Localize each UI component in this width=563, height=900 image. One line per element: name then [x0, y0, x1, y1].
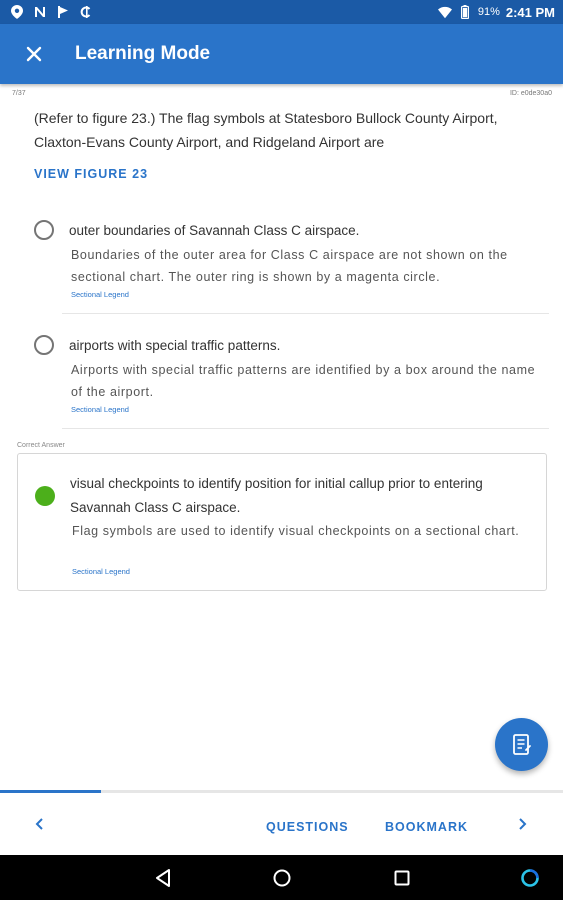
close-button[interactable] [0, 24, 68, 84]
back-triangle-icon [156, 869, 170, 887]
flag-app-icon [56, 5, 70, 19]
bottom-toolbar: QUESTIONS BOOKMARK [0, 793, 563, 855]
next-button[interactable] [508, 809, 538, 839]
assistant-nav-button[interactable] [518, 866, 542, 890]
radio-button[interactable] [34, 335, 54, 355]
option-reference-link[interactable]: Sectional Legend [71, 405, 129, 414]
location-icon [10, 5, 24, 19]
assistant-ring-icon [521, 869, 539, 887]
screen: 91% 2:41 PM Learning Mode 7/37 ID: e0de3… [0, 0, 563, 900]
correct-option-explanation: Flag symbols are used to identify visual… [72, 524, 520, 538]
chevron-right-icon [519, 818, 527, 830]
previous-button[interactable] [24, 809, 54, 839]
app-bar: Learning Mode [0, 24, 563, 84]
status-bar: 91% 2:41 PM [0, 0, 563, 24]
question-id: ID: e0de30a0 [509, 90, 552, 97]
divider [62, 313, 549, 314]
notes-icon [512, 733, 531, 755]
correct-answer-card[interactable]: visual checkpoints to identify position … [17, 453, 547, 591]
back-nav-button[interactable] [151, 866, 175, 890]
notes-fab-button[interactable] [495, 718, 548, 771]
option-explanation: Boundaries of the outer area for Class C… [71, 248, 508, 284]
battery-percent: 91% [477, 6, 500, 18]
recents-square-icon [394, 870, 410, 886]
wifi-icon [437, 5, 452, 19]
correct-answer-heading: Correct Answer [17, 442, 65, 449]
option-label: outer boundaries of Savannah Class C air… [69, 223, 360, 238]
bookmark-button[interactable]: BOOKMARK [385, 820, 468, 834]
status-right: 91% 2:41 PM [437, 4, 563, 20]
battery-icon [458, 5, 472, 19]
option-explanation: Airports with special traffic patterns a… [71, 363, 536, 399]
view-figure-link[interactable]: VIEW FIGURE 23 [34, 167, 148, 181]
radio-button[interactable] [34, 220, 54, 240]
correct-option-label: visual checkpoints to identify position … [70, 476, 483, 515]
status-left-icons [0, 5, 93, 19]
question-counter: 7/37 [12, 90, 26, 97]
question-text: (Refer to figure 23.) The flag symbols a… [34, 110, 498, 150]
questions-button[interactable]: QUESTIONS [266, 820, 349, 834]
currency-app-icon [79, 5, 93, 19]
status-time: 2:41 PM [505, 4, 555, 20]
meta-row: 7/37 ID: e0de30a0 [0, 88, 563, 102]
option-reference-link[interactable]: Sectional Legend [71, 290, 129, 299]
chevron-left-icon [35, 818, 43, 830]
option-label: airports with special traffic patterns. [69, 338, 281, 353]
n-app-icon [33, 5, 47, 19]
home-circle-icon [273, 869, 291, 887]
home-nav-button[interactable] [270, 866, 294, 890]
correct-reference-link[interactable]: Sectional Legend [72, 567, 130, 576]
close-icon [26, 46, 42, 62]
correct-indicator-dot [35, 486, 55, 506]
system-nav-bar [0, 855, 563, 900]
divider [62, 428, 549, 429]
recents-nav-button[interactable] [390, 866, 414, 890]
page-title: Learning Mode [75, 43, 211, 64]
